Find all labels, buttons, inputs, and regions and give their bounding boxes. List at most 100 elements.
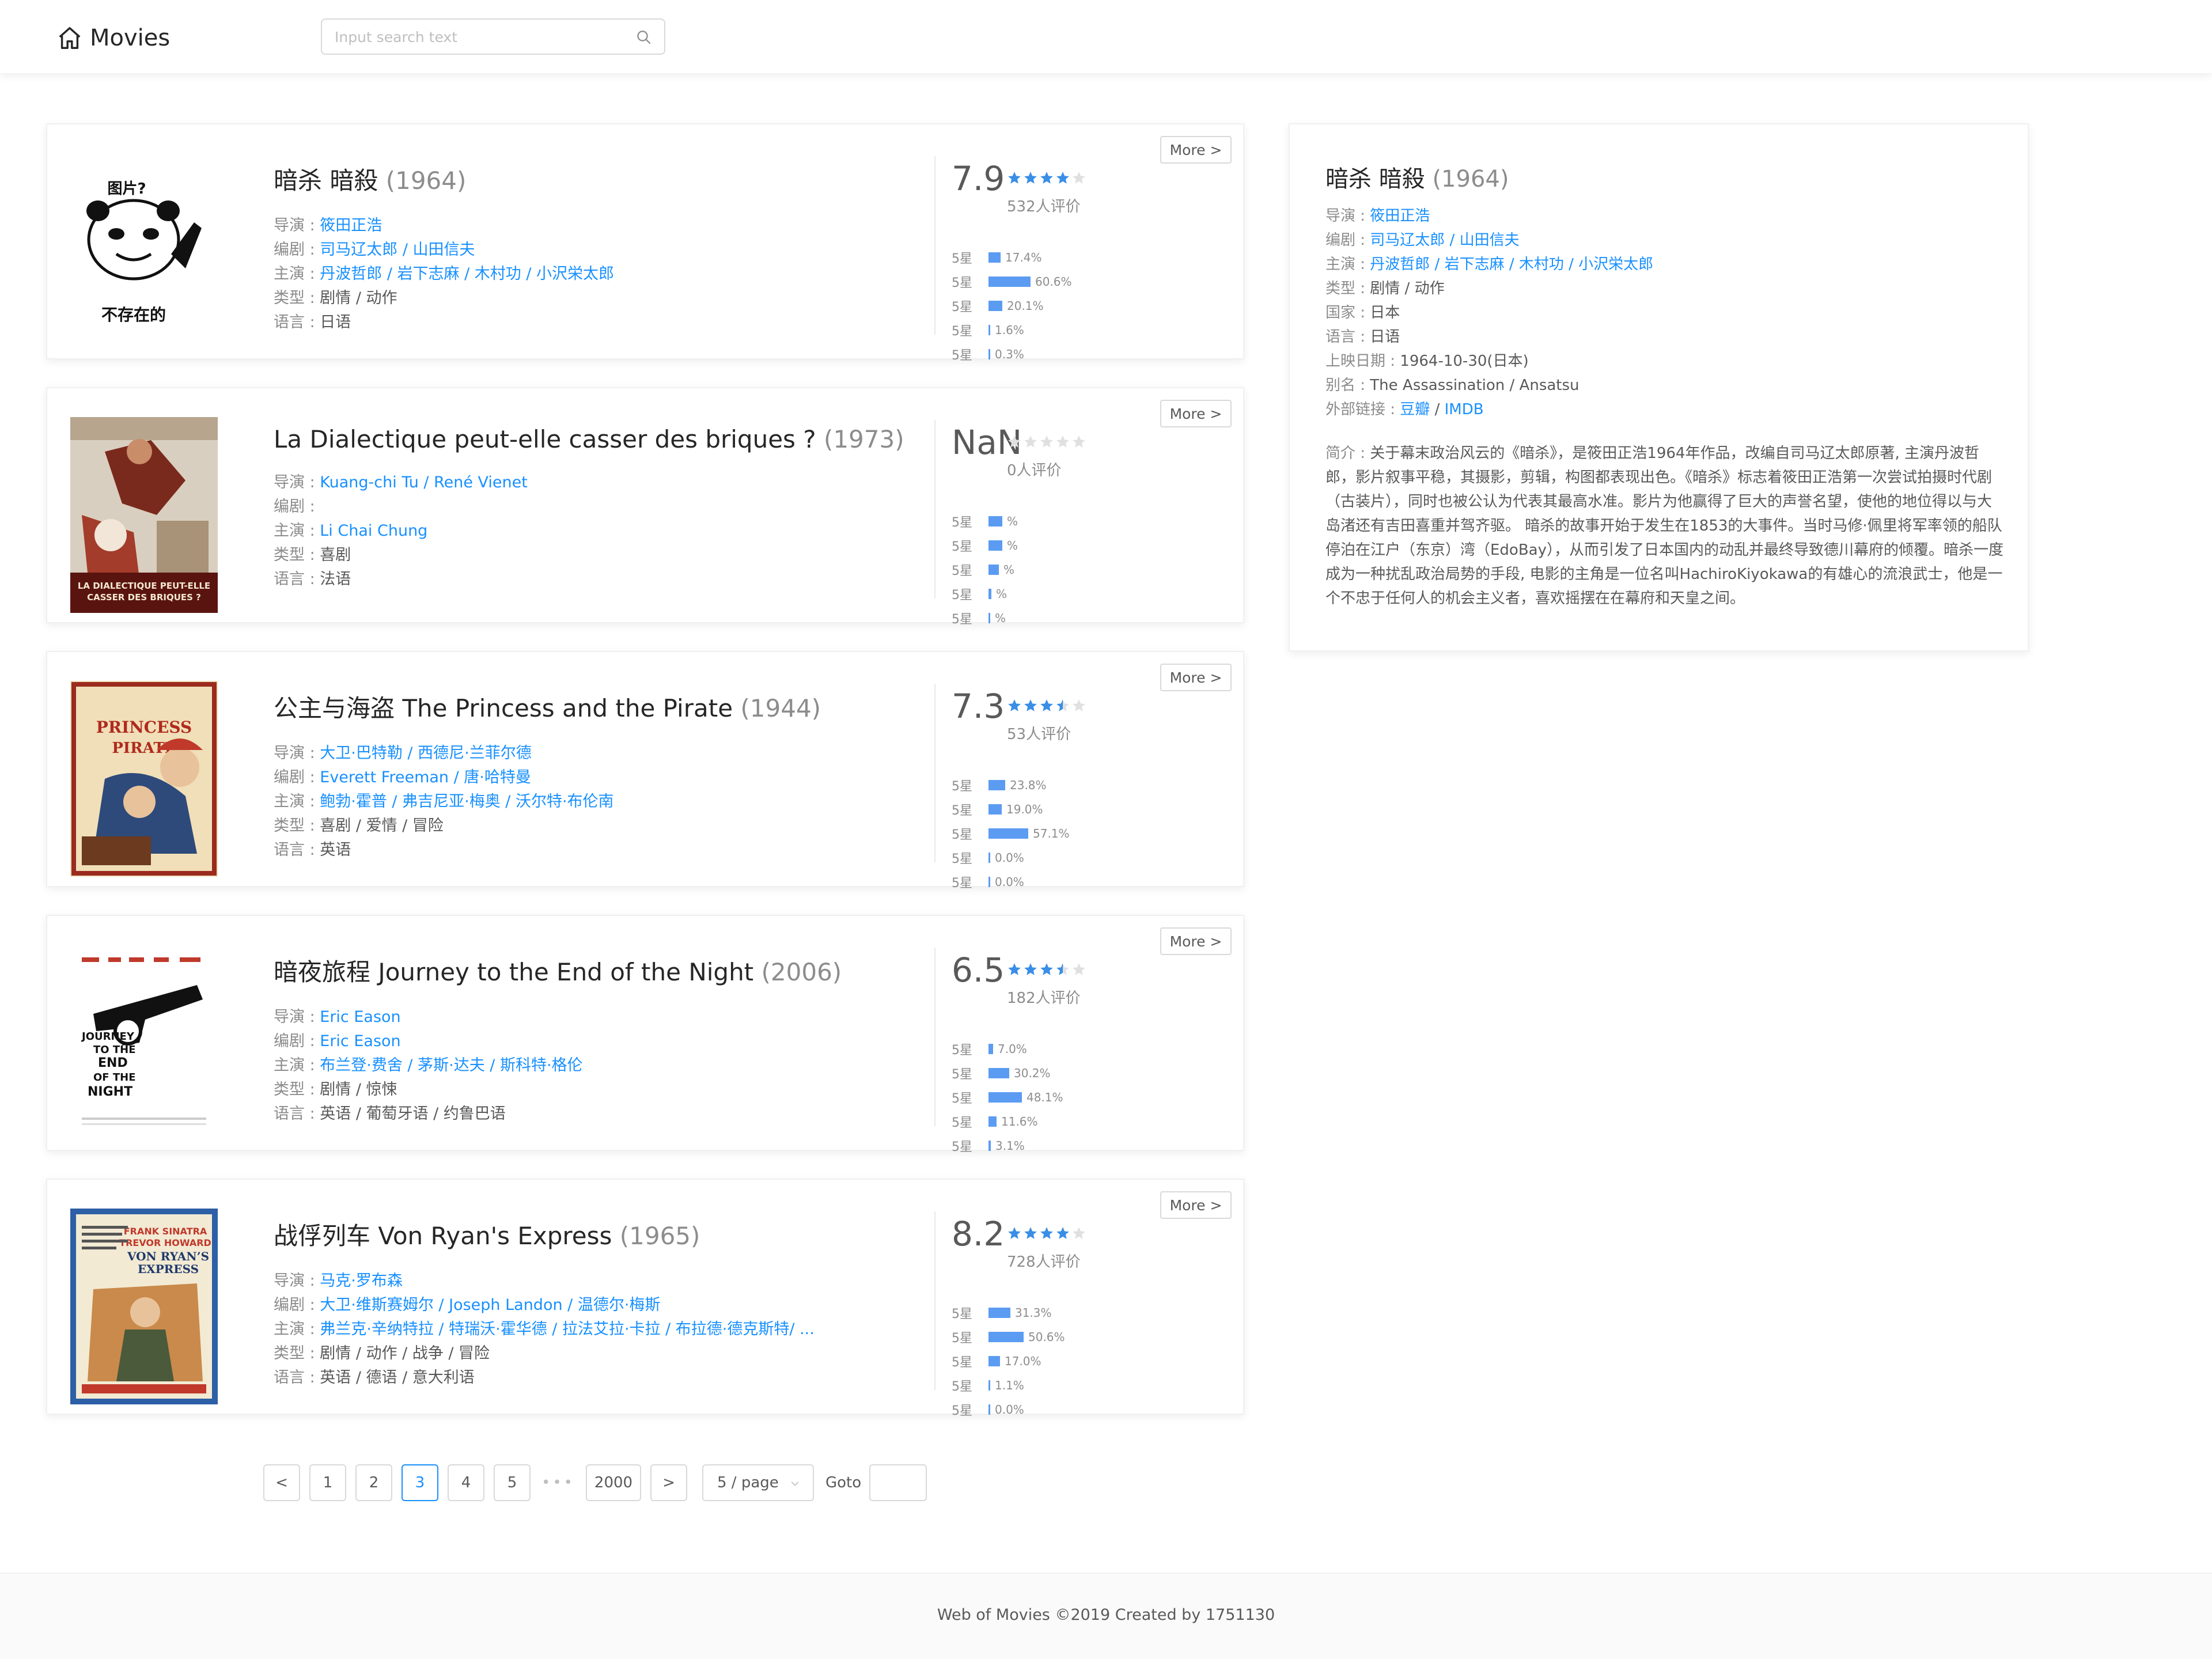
rating-percent: 17.4% [1005,251,1042,264]
svg-text:TO THE: TO THE [93,1044,136,1056]
detail-title: 暗杀 暗殺 (1964) [1325,166,1509,192]
more-button[interactable]: More > [1160,1191,1232,1219]
detail-genre-row: 类型 : 剧情 / 动作 [1325,280,1445,297]
movie-title[interactable]: 暗夜旅程 Journey to the End of the Night (20… [274,953,936,988]
search-input[interactable] [335,24,623,50]
movie-title[interactable]: 暗杀 暗殺 (1964) [274,161,936,196]
rating-dist-row: 5星 20.1% [952,294,1072,318]
actors-link[interactable]: Li Chai Chung [320,522,427,540]
rating-percent: 60.6% [1035,275,1072,289]
page-2-button[interactable]: 2 [355,1464,392,1501]
writer-row: 编剧 : 大卫·维斯赛姆尔 / Joseph Landon / 温德尔·梅斯 [274,1296,661,1314]
douban-link[interactable]: 豆瓣 [1400,401,1430,418]
poster-image: LA DIALECTIQUE PEUT-ELLECASSER DES BRIQU… [70,417,218,613]
star-level-label: 5星 [952,804,972,818]
rating-bar [988,1044,993,1054]
rating-percent: % [1007,539,1018,552]
svg-text:TREVOR HOWARD: TREVOR HOWARD [119,1237,211,1248]
movie-poster[interactable]: JOURNEY TO THE END OF THE NIGHT [70,945,218,1141]
star-level-label: 5星 [952,1331,972,1346]
detail-actors-link[interactable]: 丹波哲郎 / 岩下志麻 / 木村功 / 小沢栄太郎 [1370,256,1653,273]
actors-row: 主演 : 丹波哲郎 / 岩下志麻 / 木村功 / 小沢栄太郎 [274,265,615,283]
page-1-button[interactable]: 1 [309,1464,346,1501]
movie-poster[interactable]: FRANK SINATRA TREVOR HOWARD VON RYAN’S EXPR… [70,1209,218,1404]
movie-title[interactable]: 公主与海盗 The Princess and the Pirate (1944) [274,689,936,724]
page-4-button[interactable]: 4 [448,1464,484,1501]
detail-writer-link[interactable]: 司马辽太郎 / 山田信夫 [1370,232,1519,249]
goto-page-input[interactable] [869,1464,927,1501]
search-box[interactable] [321,18,665,55]
writer-link[interactable]: Eric Eason [320,1032,400,1050]
director-link[interactable]: 大卫·巴特勒 / 西德尼·兰菲尔德 [320,744,531,762]
star-level-label: 5星 [952,1380,972,1394]
search-icon[interactable] [635,29,653,46]
actors-link[interactable]: 鲍勃·霍普 / 弗吉尼亚·梅奥 / 沃尔特·布伦南 [320,793,613,810]
page-3-button[interactable]: 3 [402,1464,438,1501]
rating-bar [988,276,1031,287]
star-icon [1008,699,1021,711]
footer-text: Web of Movies ©2019 Created by 1751130 [937,1606,1275,1624]
star-level-label: 5星 [952,1307,972,1321]
home-logo-link[interactable]: Movies [56,23,170,53]
rating-dist-row: 5星 30.2% [952,1061,1063,1085]
writer-link[interactable]: Everett Freeman / 唐·哈特曼 [320,768,531,786]
writer-row: 编剧 : Everett Freeman / 唐·哈特曼 [274,768,531,786]
rating-bar [988,565,999,575]
star-level-label: 5星 [952,540,972,554]
more-button[interactable]: More > [1160,400,1232,427]
svg-text:END: END [98,1056,128,1070]
rating-dist-row: 5星% [952,509,1018,533]
director-link[interactable]: 筱田正浩 [320,217,382,234]
page-5-button[interactable]: 5 [494,1464,531,1501]
movie-title[interactable]: 战俘列车 Von Ryan's Express (1965) [274,1217,936,1252]
prev-page-button[interactable]: < [263,1464,300,1501]
language-row: 语言 : 日语 [274,313,351,331]
divider [934,948,935,1126]
more-button[interactable]: More > [1160,927,1232,955]
rating-dist-row: 5星 31.3% [952,1301,1065,1325]
actors-link[interactable]: 布兰登·费舍 / 茅斯·达夫 / 斯科特·格伦 [320,1056,582,1074]
rating-dist-row: 5星 1.1% [952,1373,1065,1397]
rating-percent: 0.0% [995,875,1024,889]
next-page-button[interactable]: > [650,1464,687,1501]
movie-card: PRINCESS PIRATE 公主与海盗 The Princess and the… [46,651,1244,891]
poster-image: PRINCESSPIRATE [70,681,218,877]
rating-bar [988,301,1002,311]
genre-row: 类型 : 剧情 / 动作 / 战争 / 冒险 [274,1344,490,1362]
rating-percent: 1.1% [995,1378,1024,1392]
rating-bar [988,877,990,887]
star-level-label: 5星 [952,1404,972,1418]
writer-link[interactable]: 大卫·维斯赛姆尔 / Joseph Landon / 温德尔·梅斯 [320,1296,660,1314]
rating-bar [988,1068,1009,1078]
director-link[interactable]: Eric Eason [320,1008,400,1026]
director-link[interactable]: 马克·罗布森 [320,1272,403,1290]
writer-link[interactable]: 司马辽太郎 / 山田信夫 [320,241,475,259]
movie-title[interactable]: La Dialectique peut-elle casser des briq… [274,425,936,453]
genre-row: 类型 : 剧情 / 动作 [274,289,397,307]
detail-director-row: 导演 : 筱田正浩 [1325,207,1430,225]
rating-stars [1007,171,1088,185]
rating-bar [988,540,1002,551]
poster-image: JOURNEYTO THEENDOF THENIGHT [70,945,218,1141]
actors-link[interactable]: 弗兰克·辛纳特拉 / 特瑞沃·霍华德 / 拉法艾拉·卡拉 / 布拉德·德克斯特/… [320,1320,815,1338]
more-button[interactable]: More > [1160,664,1232,691]
rating-dist-row: 5星 3.1% [952,1134,1063,1158]
movie-poster[interactable]: 图片? 不存在的 [70,153,218,349]
rating-score: 6.5 [952,950,1005,990]
more-button[interactable]: More > [1160,136,1232,164]
movie-poster[interactable]: LA DIALECTIQUE PEUT-ELLE CASSER DES BRIQU… [70,417,218,613]
svg-text:NIGHT: NIGHT [88,1085,132,1099]
director-link[interactable]: Kuang-chi Tu / René Vienet [320,474,528,491]
rating-score: 7.9 [952,159,1005,198]
actors-link[interactable]: 丹波哲郎 / 岩下志麻 / 木村功 / 小沢栄太郎 [320,265,614,283]
rating-percent: 57.1% [1033,827,1070,840]
page-size-select[interactable]: 5 / page [702,1464,814,1501]
poster-placeholder-image: 图片? 不存在的 [70,153,218,349]
imdb-link[interactable]: IMDB [1445,401,1484,418]
star-icon [1073,699,1085,711]
jump-next-ellipsis[interactable]: ••• [540,1464,577,1501]
detail-director-link[interactable]: 筱田正浩 [1370,207,1430,225]
movie-poster[interactable]: PRINCESS PIRATE [70,681,218,877]
detail-aka-row: 别名 : The Assassination / Ansatsu [1325,377,1580,394]
page-last-button[interactable]: 2000 [586,1464,641,1501]
